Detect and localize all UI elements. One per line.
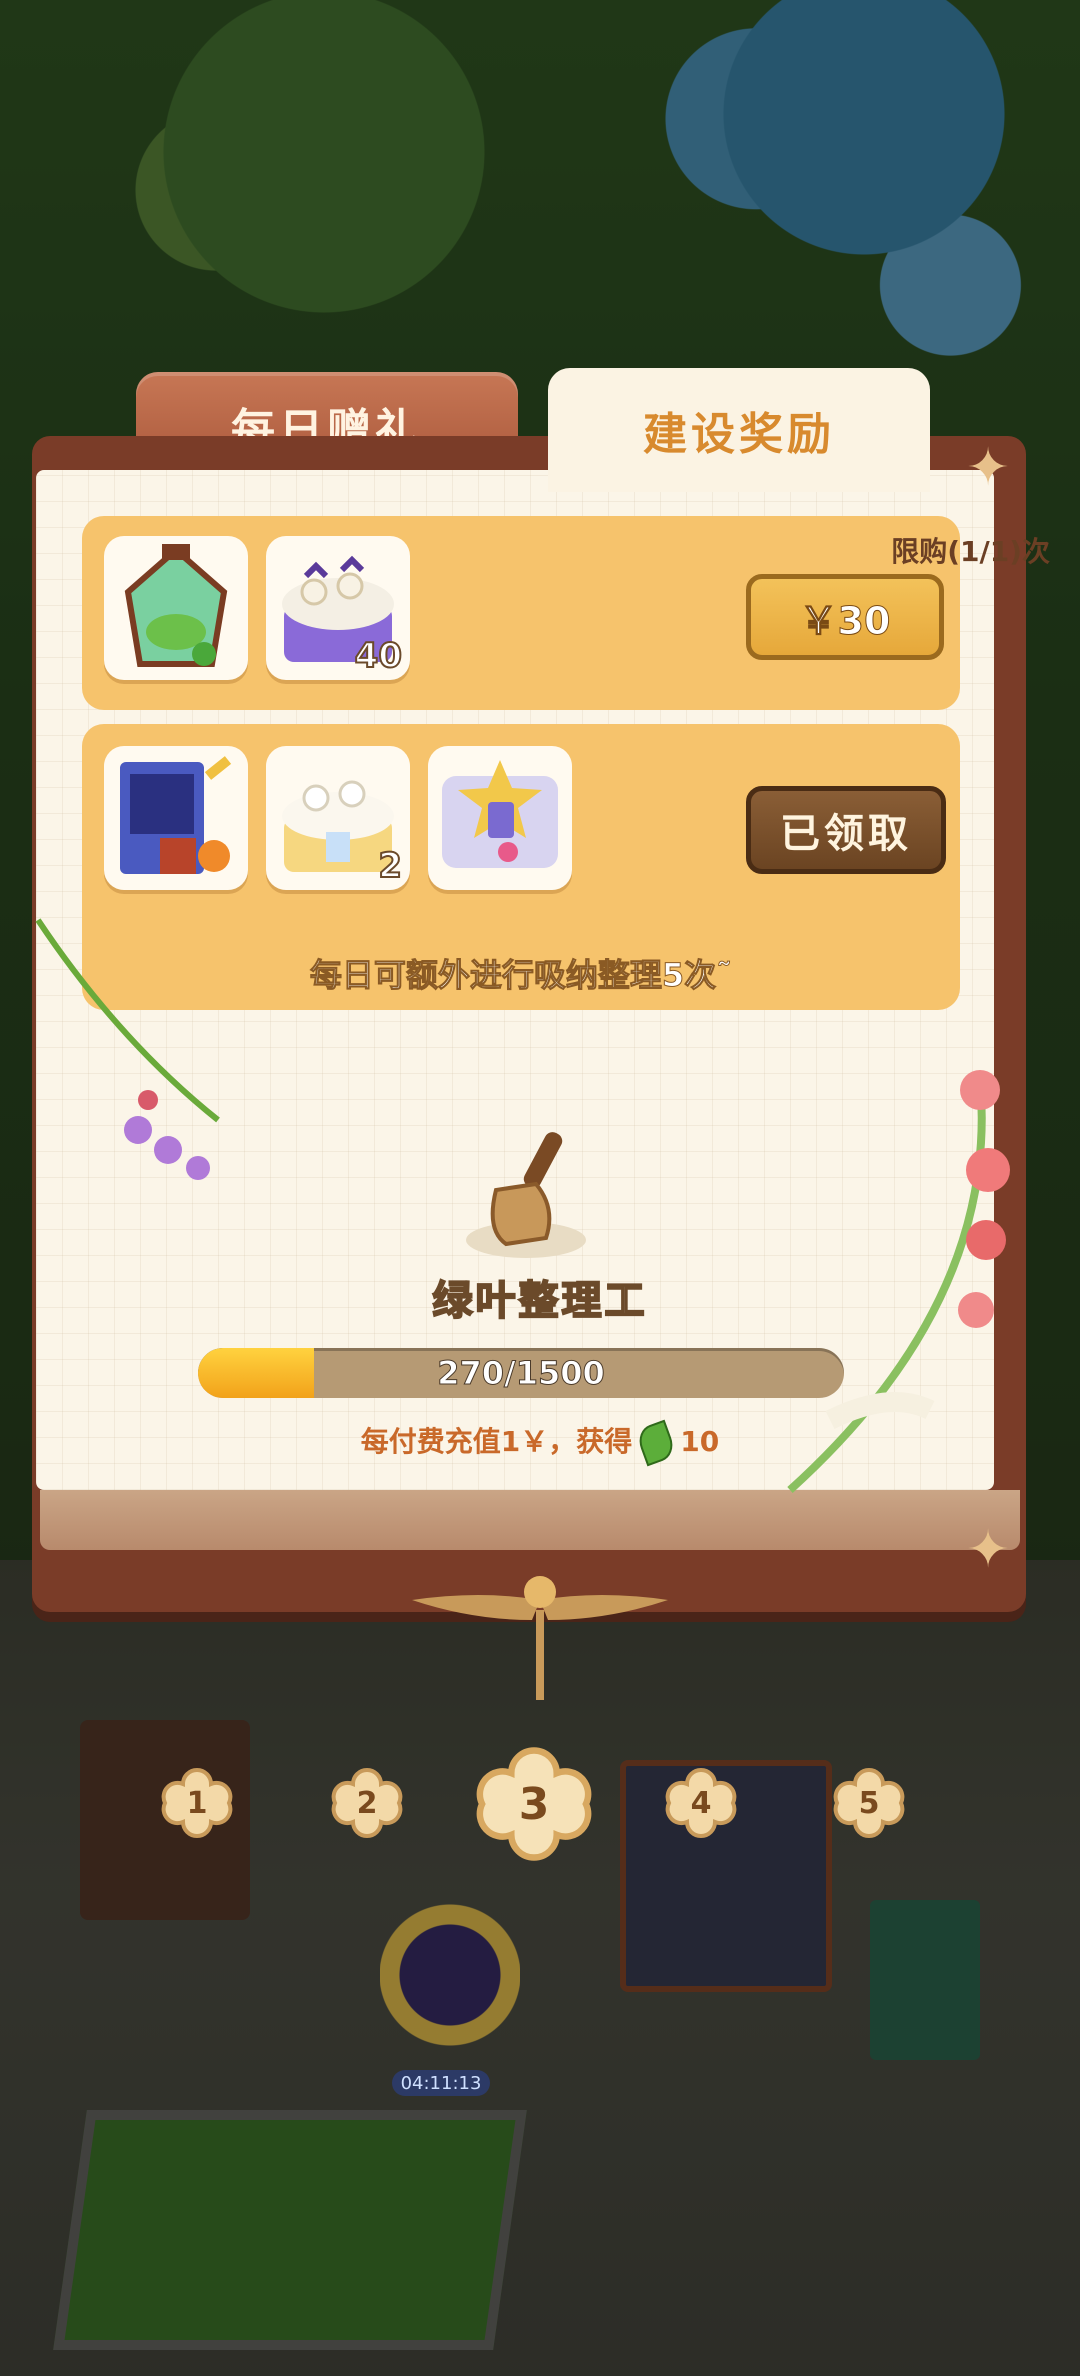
shovel-level-icon — [456, 1120, 596, 1270]
terrarium-icon — [124, 544, 228, 667]
leaf-icon — [634, 1419, 678, 1467]
level-node-4[interactable]: 4 — [664, 1766, 738, 1840]
gift-card-icon — [442, 760, 558, 868]
tab-build-reward[interactable]: 建设奖励 — [548, 368, 930, 492]
level-node-1[interactable]: 1 — [160, 1766, 234, 1840]
reward-item-cabinet[interactable] — [104, 746, 248, 890]
level-node-2[interactable]: 2 — [330, 1766, 404, 1840]
claimed-button[interactable]: 已领取 — [746, 786, 946, 874]
level-node-3-active[interactable]: 3 — [474, 1744, 594, 1864]
level-node-label: 3 — [518, 1778, 550, 1830]
corner-ornament-icon: ✦ — [966, 438, 1010, 498]
wing-ornament-icon — [412, 1576, 668, 1700]
item-count: 40 — [354, 635, 403, 677]
level-node-label: 2 — [356, 1785, 378, 1821]
reward-item-terrarium[interactable] — [104, 536, 248, 680]
building-timer-badge: 04:11:13 — [392, 2070, 490, 2096]
lavender-vine-decoration — [35, 918, 220, 1180]
reward-item-cream-cake[interactable]: 2 — [266, 746, 410, 890]
pink-flower-decoration — [787, 1070, 1010, 1493]
corner-ornament-icon: ✦ — [966, 1520, 1010, 1580]
item-count: 2 — [377, 845, 403, 887]
level-node-label: 5 — [858, 1785, 880, 1821]
cabinet-icon — [120, 756, 232, 874]
reward-item-gift-card[interactable] — [428, 746, 572, 890]
buy-price-button[interactable]: ￥30 — [746, 574, 944, 660]
level-node-5[interactable]: 5 — [832, 1766, 906, 1840]
earn-amount: 10 — [680, 1425, 720, 1458]
level-node-label: 4 — [690, 1785, 712, 1821]
reward-item-cake-pack[interactable]: 40 — [266, 536, 410, 680]
purchase-limit-label: 限购(1/1)次 — [891, 535, 1050, 568]
level-node-label: 1 — [186, 1785, 208, 1821]
earn-rate-prefix: 每付费充值1￥，获得 — [360, 1425, 633, 1458]
